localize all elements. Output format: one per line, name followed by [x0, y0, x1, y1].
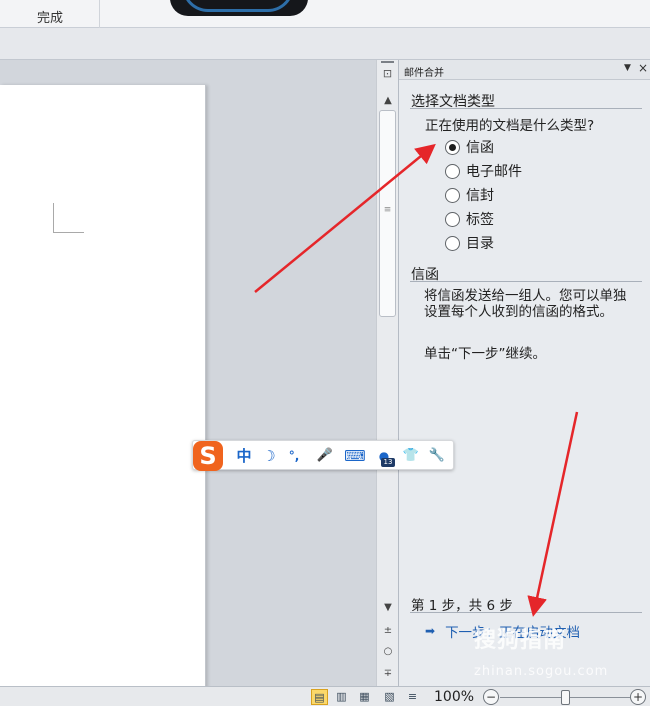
previous-page-icon[interactable]: ±: [380, 623, 396, 639]
ribbon-group-label: 完成: [36, 11, 63, 26]
radio-button[interactable]: [445, 163, 460, 179]
microphone-icon[interactable]: 🎤: [315, 445, 335, 467]
keyboard-icon[interactable]: ⌨: [343, 445, 367, 467]
next-page-icon[interactable]: ∓: [380, 666, 396, 682]
skin-icon[interactable]: 👕: [401, 445, 421, 467]
letter-description: 将信函发送给一组人。您可以单独设置每个人收到的信函的格式。: [424, 288, 627, 320]
document-page[interactable]: [0, 85, 206, 695]
zoom-level[interactable]: 100%: [434, 689, 474, 705]
user-badge: 13: [381, 458, 395, 467]
radio-label: 信函: [466, 140, 494, 156]
task-pane-close-icon[interactable]: ×: [638, 61, 648, 75]
radio-label: 信封: [466, 188, 494, 204]
radio-label: 电子邮件: [466, 164, 522, 180]
webcam-ring: [182, 0, 294, 12]
radio-option-label[interactable]: 标签: [445, 209, 494, 229]
draft-view-icon[interactable]: ≡: [404, 689, 421, 705]
split-handle[interactable]: [381, 61, 394, 63]
section-divider: [410, 281, 642, 282]
punctuation-icon[interactable]: °,: [283, 445, 305, 467]
radio-button[interactable]: [445, 211, 460, 227]
zoom-in-icon[interactable]: +: [630, 689, 646, 705]
outline-view-icon[interactable]: ▧: [381, 689, 398, 705]
zoom-out-icon[interactable]: −: [483, 689, 499, 705]
radio-label: 标签: [466, 212, 494, 228]
language-toggle[interactable]: 中: [233, 445, 255, 467]
task-pane-title: 邮件合并: [404, 68, 444, 79]
radio-button[interactable]: [445, 235, 460, 251]
watermark-url: zhinan.sogou.com: [474, 664, 609, 679]
scroll-up-icon[interactable]: ▲: [380, 93, 396, 109]
section-divider: [410, 108, 642, 109]
scroll-thumb[interactable]: ≡: [379, 110, 396, 317]
webcam-overlay: [170, 0, 308, 16]
crop-mark-horizontal: [53, 232, 84, 233]
radio-label: 目录: [466, 236, 494, 252]
radio-button[interactable]: [445, 187, 460, 203]
moon-icon[interactable]: ☽: [259, 445, 279, 467]
ime-toolbar[interactable]: S 中 ☽ °, 🎤 ⌨ ● 13 👕 🔧: [192, 440, 454, 471]
radio-option-letter[interactable]: 信函: [445, 137, 494, 157]
document-area[interactable]: [0, 60, 376, 695]
wrench-icon[interactable]: 🔧: [427, 445, 447, 467]
grip-icon: ≡: [383, 205, 392, 215]
zoom-slider-thumb[interactable]: [561, 690, 570, 705]
full-screen-reading-view-icon[interactable]: ▥: [333, 689, 350, 705]
crop-mark-vertical: [53, 203, 54, 233]
status-bar: ▤ ▥ ▦ ▧ ≡ 100% − +: [0, 686, 650, 706]
task-pane-menu-icon[interactable]: ▼: [624, 63, 631, 73]
vertical-scrollbar[interactable]: ⊡ ▲ ≡ ▼ ± ○ ∓: [376, 60, 398, 686]
radio-option-directory[interactable]: 目录: [445, 233, 494, 253]
ribbon: 完成: [0, 0, 650, 28]
sogou-logo-icon[interactable]: S: [193, 441, 223, 471]
print-layout-view-icon[interactable]: ▤: [311, 689, 328, 705]
mail-merge-task-pane: 邮件合并 ▼ × 选择文档类型 正在使用的文档是什么类型? 信函 电子邮件 信封…: [398, 60, 650, 686]
web-layout-view-icon[interactable]: ▦: [356, 689, 373, 705]
radio-button[interactable]: [445, 139, 460, 155]
section-divider: [410, 612, 642, 613]
continue-hint: 单击“下一步”继续。: [424, 346, 546, 362]
toolbar-strip: [0, 28, 650, 60]
watermark-text: 搜狗指南: [474, 628, 567, 653]
radio-option-envelope[interactable]: 信封: [445, 185, 494, 205]
next-arrow-icon[interactable]: ➡: [425, 624, 435, 638]
ribbon-group-finish[interactable]: 完成: [0, 0, 100, 28]
doc-type-question: 正在使用的文档是什么类型?: [425, 118, 595, 134]
radio-option-email[interactable]: 电子邮件: [445, 161, 522, 181]
task-pane-header: 邮件合并 ▼ ×: [399, 60, 650, 80]
select-browse-object-icon[interactable]: ○: [380, 644, 396, 660]
scroll-down-icon[interactable]: ▼: [380, 600, 396, 616]
step-indicator: 第 1 步，共 6 步: [411, 598, 513, 614]
ruler-toggle-icon[interactable]: ⊡: [379, 65, 396, 83]
